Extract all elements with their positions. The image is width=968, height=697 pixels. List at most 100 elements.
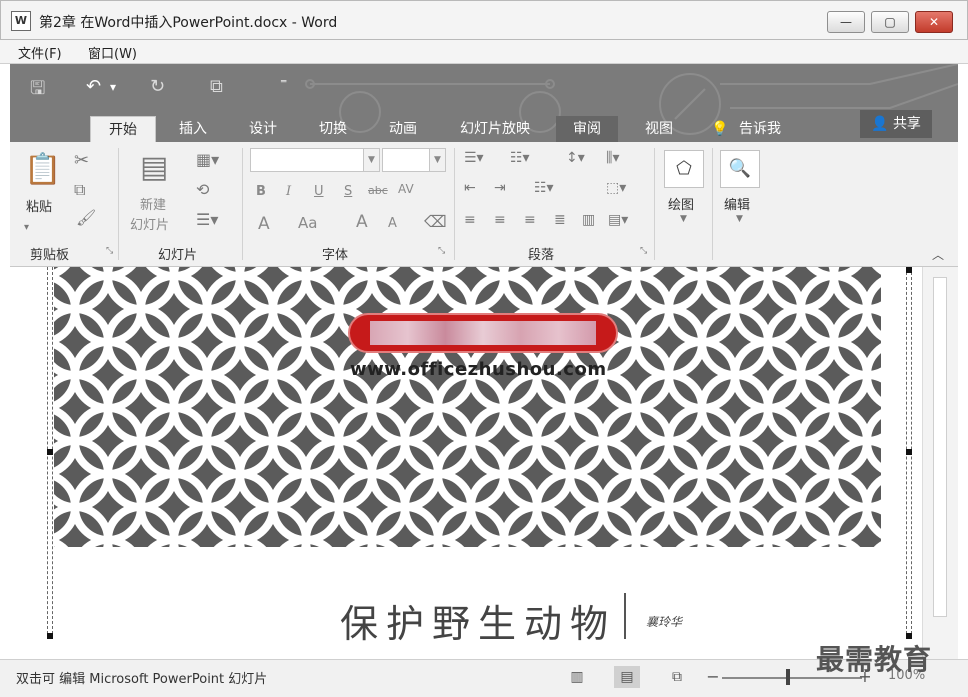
cut-icon[interactable]: ✂ (74, 150, 89, 171)
align-center-icon[interactable]: ≡ (494, 212, 506, 228)
chevron-down-icon[interactable]: ▼ (736, 214, 743, 224)
clipboard-group-label: 剪贴板 (30, 248, 70, 263)
align-left-icon[interactable]: ≡ (464, 212, 476, 228)
numbering-icon[interactable]: ☷▾ (510, 150, 530, 166)
paste-icon[interactable]: 📋 (24, 152, 61, 187)
ribbon-header: 🖫 ↶ ▾ ↻ ⧉ ⁼ 开始 插入 设计 切换 动画 幻灯片放映 审阅 视图 💡… (10, 64, 958, 142)
new-slide-icon[interactable]: ▤ (140, 150, 168, 185)
distributed-icon[interactable]: ▥ (582, 212, 595, 228)
ribbon-body: 📋 粘贴 ▾ ✂ ⧉ 🖌 剪贴板 ⤡ ▤ 新建 幻灯片 ▦▾ ⟲ ☰▾ 幻灯片 … (10, 142, 958, 267)
resize-handle[interactable] (906, 267, 912, 273)
clipboard-launcher-icon[interactable]: ⤡ (106, 246, 113, 256)
tab-view[interactable]: 视图 (630, 116, 688, 142)
print-layout-icon[interactable]: ▤ (614, 666, 640, 688)
paragraph-group-label: 段落 (528, 248, 555, 263)
line-spacing-icon[interactable]: ↕▾ (566, 150, 585, 166)
justify-icon[interactable]: ≣ (554, 212, 566, 228)
resize-handle[interactable] (47, 633, 53, 639)
chevron-down-icon: ▼ (429, 149, 445, 171)
decrease-indent-icon[interactable]: ⇤ (464, 180, 476, 196)
share-label: 共享 (892, 116, 921, 132)
read-mode-icon[interactable]: ▥ (564, 666, 590, 688)
new-slide-label-line2[interactable]: 幻灯片 (130, 214, 169, 233)
font-name-dropdown[interactable]: ▼ (250, 148, 380, 172)
format-painter-icon[interactable]: 🖌 (76, 208, 96, 227)
word-app-icon: W (11, 11, 31, 31)
author-signature: 襄玲华 (646, 615, 683, 629)
circle-pattern (54, 267, 881, 547)
new-slide-label-line1[interactable]: 新建 (140, 194, 166, 213)
resize-handle[interactable] (47, 449, 53, 455)
font-launcher-icon[interactable]: ⤡ (438, 246, 445, 256)
touch-mode-icon[interactable]: ⧉ (210, 76, 223, 97)
person-icon: 👤 (871, 116, 889, 132)
tab-transitions[interactable]: 切换 (306, 116, 360, 142)
bullets-icon[interactable]: ☰▾ (464, 150, 484, 166)
font-color-button[interactable]: A (258, 214, 270, 234)
paste-label[interactable]: 粘贴 (26, 196, 52, 215)
tab-review[interactable]: 审阅 (556, 116, 618, 142)
chevron-down-icon[interactable]: ▼ (680, 214, 687, 224)
group-divider (712, 148, 713, 260)
watermark-url: www.officezhushou.com (350, 359, 607, 380)
web-layout-icon[interactable]: ⧉ (664, 666, 690, 688)
bold-button[interactable]: B (256, 184, 266, 199)
paste-dropdown-icon[interactable]: ▾ (24, 222, 29, 233)
font-group-label: 字体 (322, 248, 349, 263)
zoom-slider-thumb[interactable] (786, 669, 790, 685)
document-page[interactable]: www.officezhushou.com 保护野生动物 襄玲华 (10, 267, 922, 659)
copy-icon[interactable]: ⧉ (74, 180, 85, 200)
minimize-button[interactable]: — (827, 11, 865, 33)
customize-qat-icon[interactable]: ⁼ (280, 76, 287, 92)
undo-icon[interactable]: ↶ (86, 76, 101, 97)
shrink-font-button[interactable]: A (388, 216, 397, 231)
window-title: 第2章 在Word中插入PowerPoint.docx - Word (39, 15, 338, 31)
reset-slide-icon[interactable]: ⟲ (196, 180, 209, 199)
text-direction-icon[interactable]: ⫼▾ (606, 150, 619, 166)
menu-window[interactable]: 窗口(W) (88, 43, 137, 62)
clear-formatting-icon[interactable]: ⌫ (424, 212, 447, 231)
columns-icon[interactable]: ☷▾ (534, 180, 554, 196)
shapes-icon[interactable]: ⬠ (664, 150, 704, 188)
tab-animations[interactable]: 动画 (376, 116, 430, 142)
font-size-dropdown[interactable]: ▼ (382, 148, 446, 172)
grow-font-button[interactable]: A (356, 212, 368, 232)
maximize-button[interactable]: ▢ (871, 11, 909, 33)
align-text-icon[interactable]: ⬚▾ (606, 180, 626, 196)
slide-heading: 保护野生动物 (340, 602, 617, 646)
increase-indent-icon[interactable]: ⇥ (494, 180, 506, 196)
share-button[interactable]: 👤 共享 (860, 110, 932, 138)
underline-button[interactable]: U (314, 184, 324, 199)
align-right-icon[interactable]: ≡ (524, 212, 536, 228)
tab-insert[interactable]: 插入 (166, 116, 220, 142)
redo-icon[interactable]: ↻ (150, 76, 165, 97)
menu-file[interactable]: 文件(F) (18, 43, 62, 62)
paragraph-launcher-icon[interactable]: ⤡ (640, 246, 647, 256)
smartart-icon[interactable]: ▤▾ (608, 212, 628, 228)
italic-button[interactable]: I (286, 184, 291, 199)
shadow-button[interactable]: S (344, 184, 352, 199)
slides-group-label: 幻灯片 (158, 248, 198, 263)
section-icon[interactable]: ☰▾ (196, 210, 218, 229)
undo-dropdown-icon[interactable]: ▾ (110, 80, 116, 94)
save-icon[interactable]: 🖫 (30, 76, 45, 106)
tab-slideshow[interactable]: 幻灯片放映 (450, 116, 540, 142)
scrollbar-thumb[interactable] (933, 277, 947, 617)
blurred-title-text (370, 321, 596, 345)
close-button[interactable]: ✕ (915, 11, 953, 33)
layout-icon[interactable]: ▦▾ (196, 150, 219, 169)
editing-label[interactable]: 编辑 (724, 194, 750, 213)
strikethrough-button[interactable]: abc (368, 184, 388, 197)
heading-divider (624, 593, 626, 639)
tab-home[interactable]: 开始 (90, 116, 156, 142)
tell-me-search[interactable]: 告诉我 (732, 116, 788, 142)
character-spacing-button[interactable]: AV (398, 182, 414, 196)
change-case-button[interactable]: Aa (298, 214, 317, 232)
collapse-ribbon-icon[interactable]: ︿ (932, 246, 944, 263)
find-icon[interactable]: 🔍 (720, 150, 760, 188)
lightbulb-icon: 💡 (711, 121, 729, 137)
vertical-scrollbar[interactable] (922, 267, 958, 659)
tab-design[interactable]: 设计 (236, 116, 290, 142)
drawing-label[interactable]: 绘图 (668, 194, 694, 213)
resize-handle[interactable] (906, 449, 912, 455)
